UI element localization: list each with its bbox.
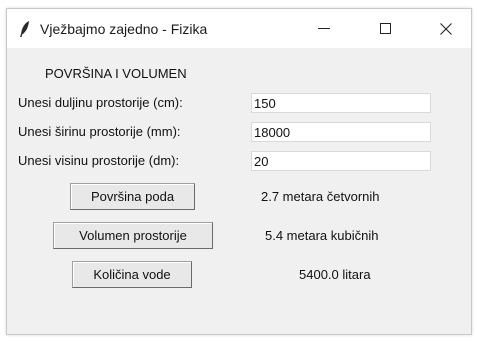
length-label: Unesi duljinu prostorije (cm): bbox=[18, 95, 183, 110]
minimize-icon bbox=[318, 28, 330, 29]
close-button[interactable] bbox=[423, 9, 469, 48]
length-input[interactable] bbox=[251, 93, 431, 113]
content-area: POVRŠINA I VOLUMEN Unesi duljinu prostor… bbox=[7, 48, 471, 334]
close-icon bbox=[440, 22, 452, 35]
room-volume-result: 5.4 metara kubičnih bbox=[265, 228, 379, 243]
window-title: Vježbajmo zajedno - Fizika bbox=[40, 21, 208, 37]
water-amount-result: 5400.0 litara bbox=[299, 267, 371, 282]
maximize-button[interactable] bbox=[362, 9, 408, 48]
height-input[interactable] bbox=[251, 151, 431, 171]
height-label: Unesi visinu prostorije (dm): bbox=[18, 153, 180, 168]
floor-area-button[interactable]: Površina poda bbox=[70, 183, 195, 210]
room-volume-button[interactable]: Volumen prostorije bbox=[53, 222, 213, 249]
page-title: POVRŠINA I VOLUMEN bbox=[45, 66, 187, 81]
floor-area-result: 2.7 metara četvornih bbox=[261, 189, 380, 204]
minimize-button[interactable] bbox=[301, 9, 347, 48]
water-amount-button[interactable]: Količina vode bbox=[72, 261, 192, 288]
title-bar[interactable]: Vježbajmo zajedno - Fizika bbox=[7, 9, 471, 48]
maximize-icon bbox=[379, 23, 391, 34]
feather-icon bbox=[20, 21, 29, 37]
app-window: Vježbajmo zajedno - Fizika POVRŠINA I VO… bbox=[6, 8, 472, 335]
width-label: Unesi širinu prostorije (mm): bbox=[18, 124, 181, 139]
width-input[interactable] bbox=[251, 122, 431, 142]
